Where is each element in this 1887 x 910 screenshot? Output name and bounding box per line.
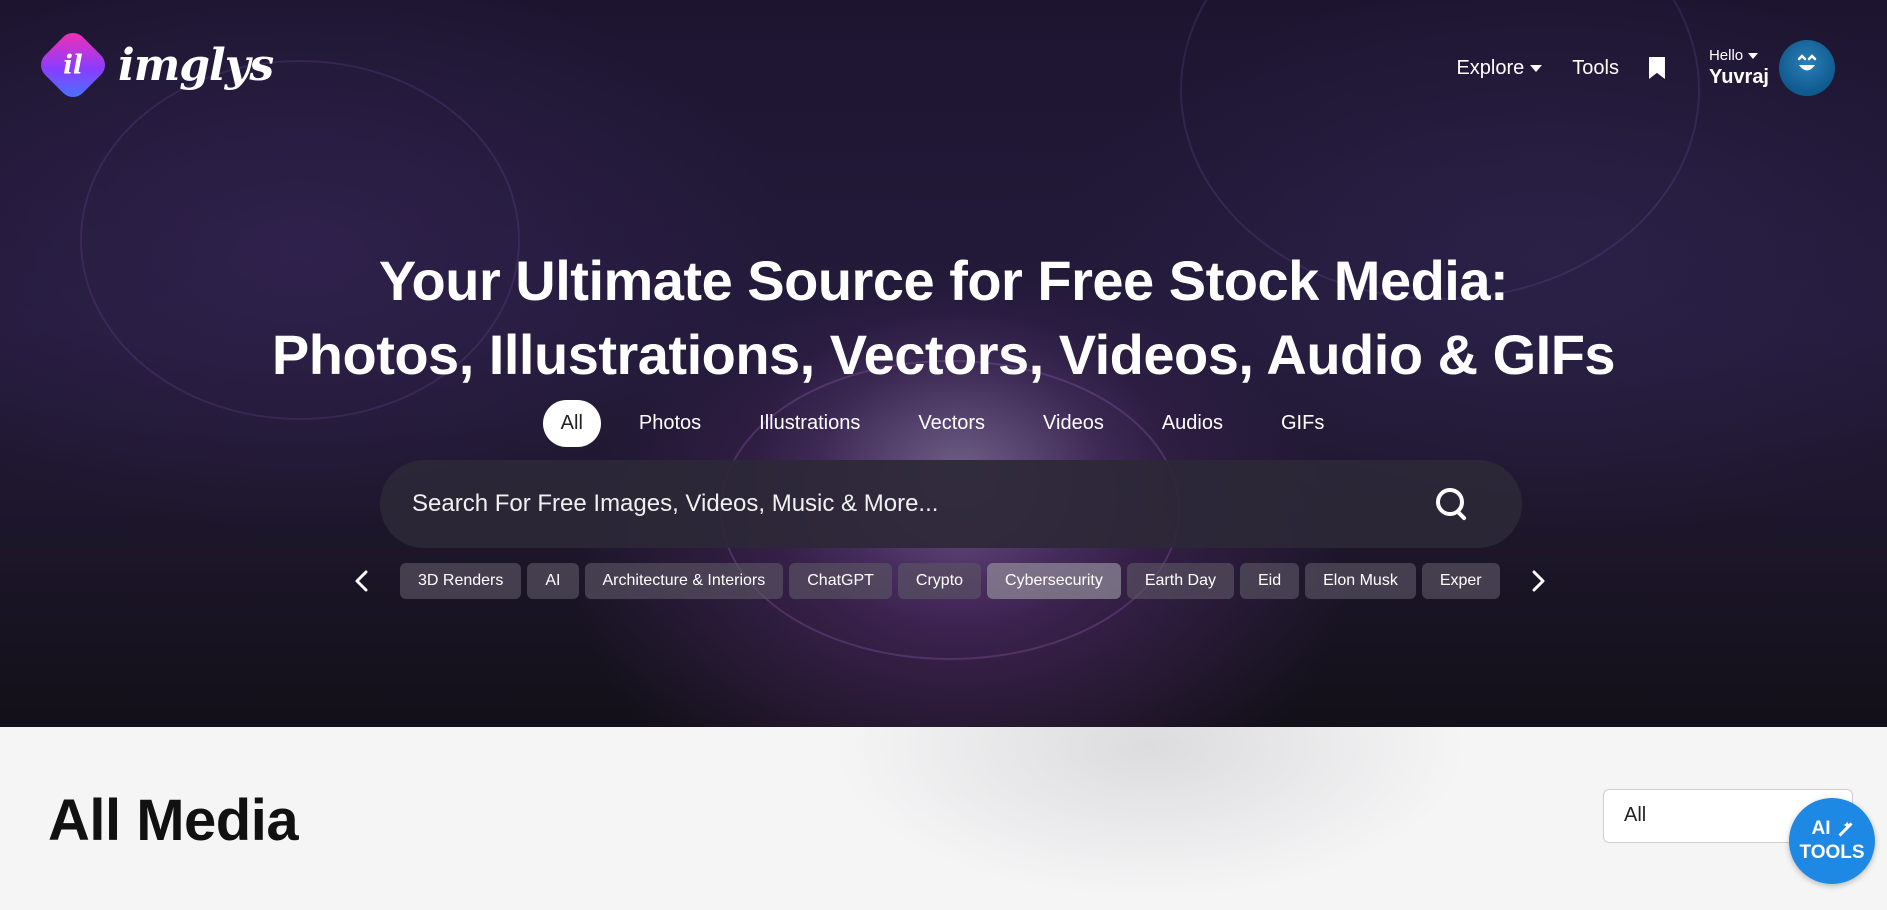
ai-tools-label-2: TOOLS bbox=[1799, 842, 1865, 863]
ai-tools-button[interactable]: AI TOOLS bbox=[1789, 798, 1875, 884]
search-icon[interactable] bbox=[1434, 486, 1470, 522]
chip-earth-day[interactable]: Earth Day bbox=[1126, 563, 1234, 599]
site-logo[interactable]: il imglys bbox=[35, 27, 274, 103]
top-nav: Explore Tools Hello Yuvraj bbox=[1456, 40, 1835, 96]
all-media-section: All Media All AI TOOLS bbox=[0, 727, 1887, 910]
chip-crypto[interactable]: Crypto bbox=[897, 563, 982, 599]
tab-videos[interactable]: Videos bbox=[1023, 400, 1124, 447]
headline-line-1: Your Ultimate Source for Free Stock Medi… bbox=[378, 249, 1509, 312]
logo-wordmark: imglys bbox=[118, 39, 274, 91]
chip-elon-musk[interactable]: Elon Musk bbox=[1305, 563, 1416, 599]
magic-wand-icon bbox=[1835, 814, 1853, 838]
smiley-icon bbox=[1797, 54, 1817, 71]
chip-exper[interactable]: Exper bbox=[1421, 563, 1500, 599]
headline-line-2: Photos, Illustrations, Vectors, Videos, … bbox=[271, 323, 1616, 386]
chevron-left-icon[interactable] bbox=[350, 562, 374, 600]
tab-audios[interactable]: Audios bbox=[1142, 400, 1243, 447]
chevron-down-icon bbox=[1530, 64, 1543, 72]
user-greeting: Hello bbox=[1708, 47, 1759, 64]
chip-chatgpt[interactable]: ChatGPT bbox=[789, 563, 892, 599]
ai-tools-label-1: AI bbox=[1811, 818, 1831, 839]
tab-vectors[interactable]: Vectors bbox=[898, 400, 1005, 447]
search-bar bbox=[380, 460, 1522, 548]
logo-mark-icon: il bbox=[35, 27, 111, 103]
hero-banner: il imglys Explore Tools Hello Yuvraj You… bbox=[0, 0, 1887, 727]
category-chips-carousel: 3D Renders AI Architecture & Interiors C… bbox=[350, 562, 1550, 600]
tab-gifs[interactable]: GIFs bbox=[1261, 400, 1344, 447]
nav-tools[interactable]: Tools bbox=[1572, 57, 1619, 80]
media-type-tabs: All Photos Illustrations Vectors Videos … bbox=[0, 400, 1887, 447]
nav-tools-label: Tools bbox=[1572, 56, 1619, 79]
chip-architecture-interiors[interactable]: Architecture & Interiors bbox=[584, 563, 784, 599]
nav-explore-label: Explore bbox=[1456, 56, 1525, 79]
tab-photos[interactable]: Photos bbox=[619, 400, 721, 447]
chevron-down-icon bbox=[1748, 52, 1759, 59]
chip-eid[interactable]: Eid bbox=[1240, 563, 1300, 599]
avatar[interactable] bbox=[1779, 40, 1835, 96]
tab-illustrations[interactable]: Illustrations bbox=[739, 400, 880, 447]
section-title: All Media bbox=[48, 788, 299, 853]
search-input[interactable] bbox=[412, 490, 1434, 518]
page-headline: Your Ultimate Source for Free Stock Medi… bbox=[0, 244, 1887, 392]
greeting-text: Hello bbox=[1708, 47, 1744, 64]
chip-ai[interactable]: AI bbox=[527, 563, 579, 599]
bookmark-icon[interactable] bbox=[1648, 57, 1665, 79]
nav-explore[interactable]: Explore bbox=[1456, 56, 1543, 80]
chip-cybersecurity[interactable]: Cybersecurity bbox=[987, 563, 1121, 599]
category-chips: 3D Renders AI Architecture & Interiors C… bbox=[400, 563, 1500, 599]
chevron-right-icon[interactable] bbox=[1526, 562, 1550, 600]
chip-3d-renders[interactable]: 3D Renders bbox=[400, 563, 522, 599]
user-menu[interactable]: Hello Yuvraj bbox=[1709, 47, 1769, 89]
tab-all[interactable]: All bbox=[542, 400, 601, 447]
username: Yuvraj bbox=[1708, 66, 1769, 88]
